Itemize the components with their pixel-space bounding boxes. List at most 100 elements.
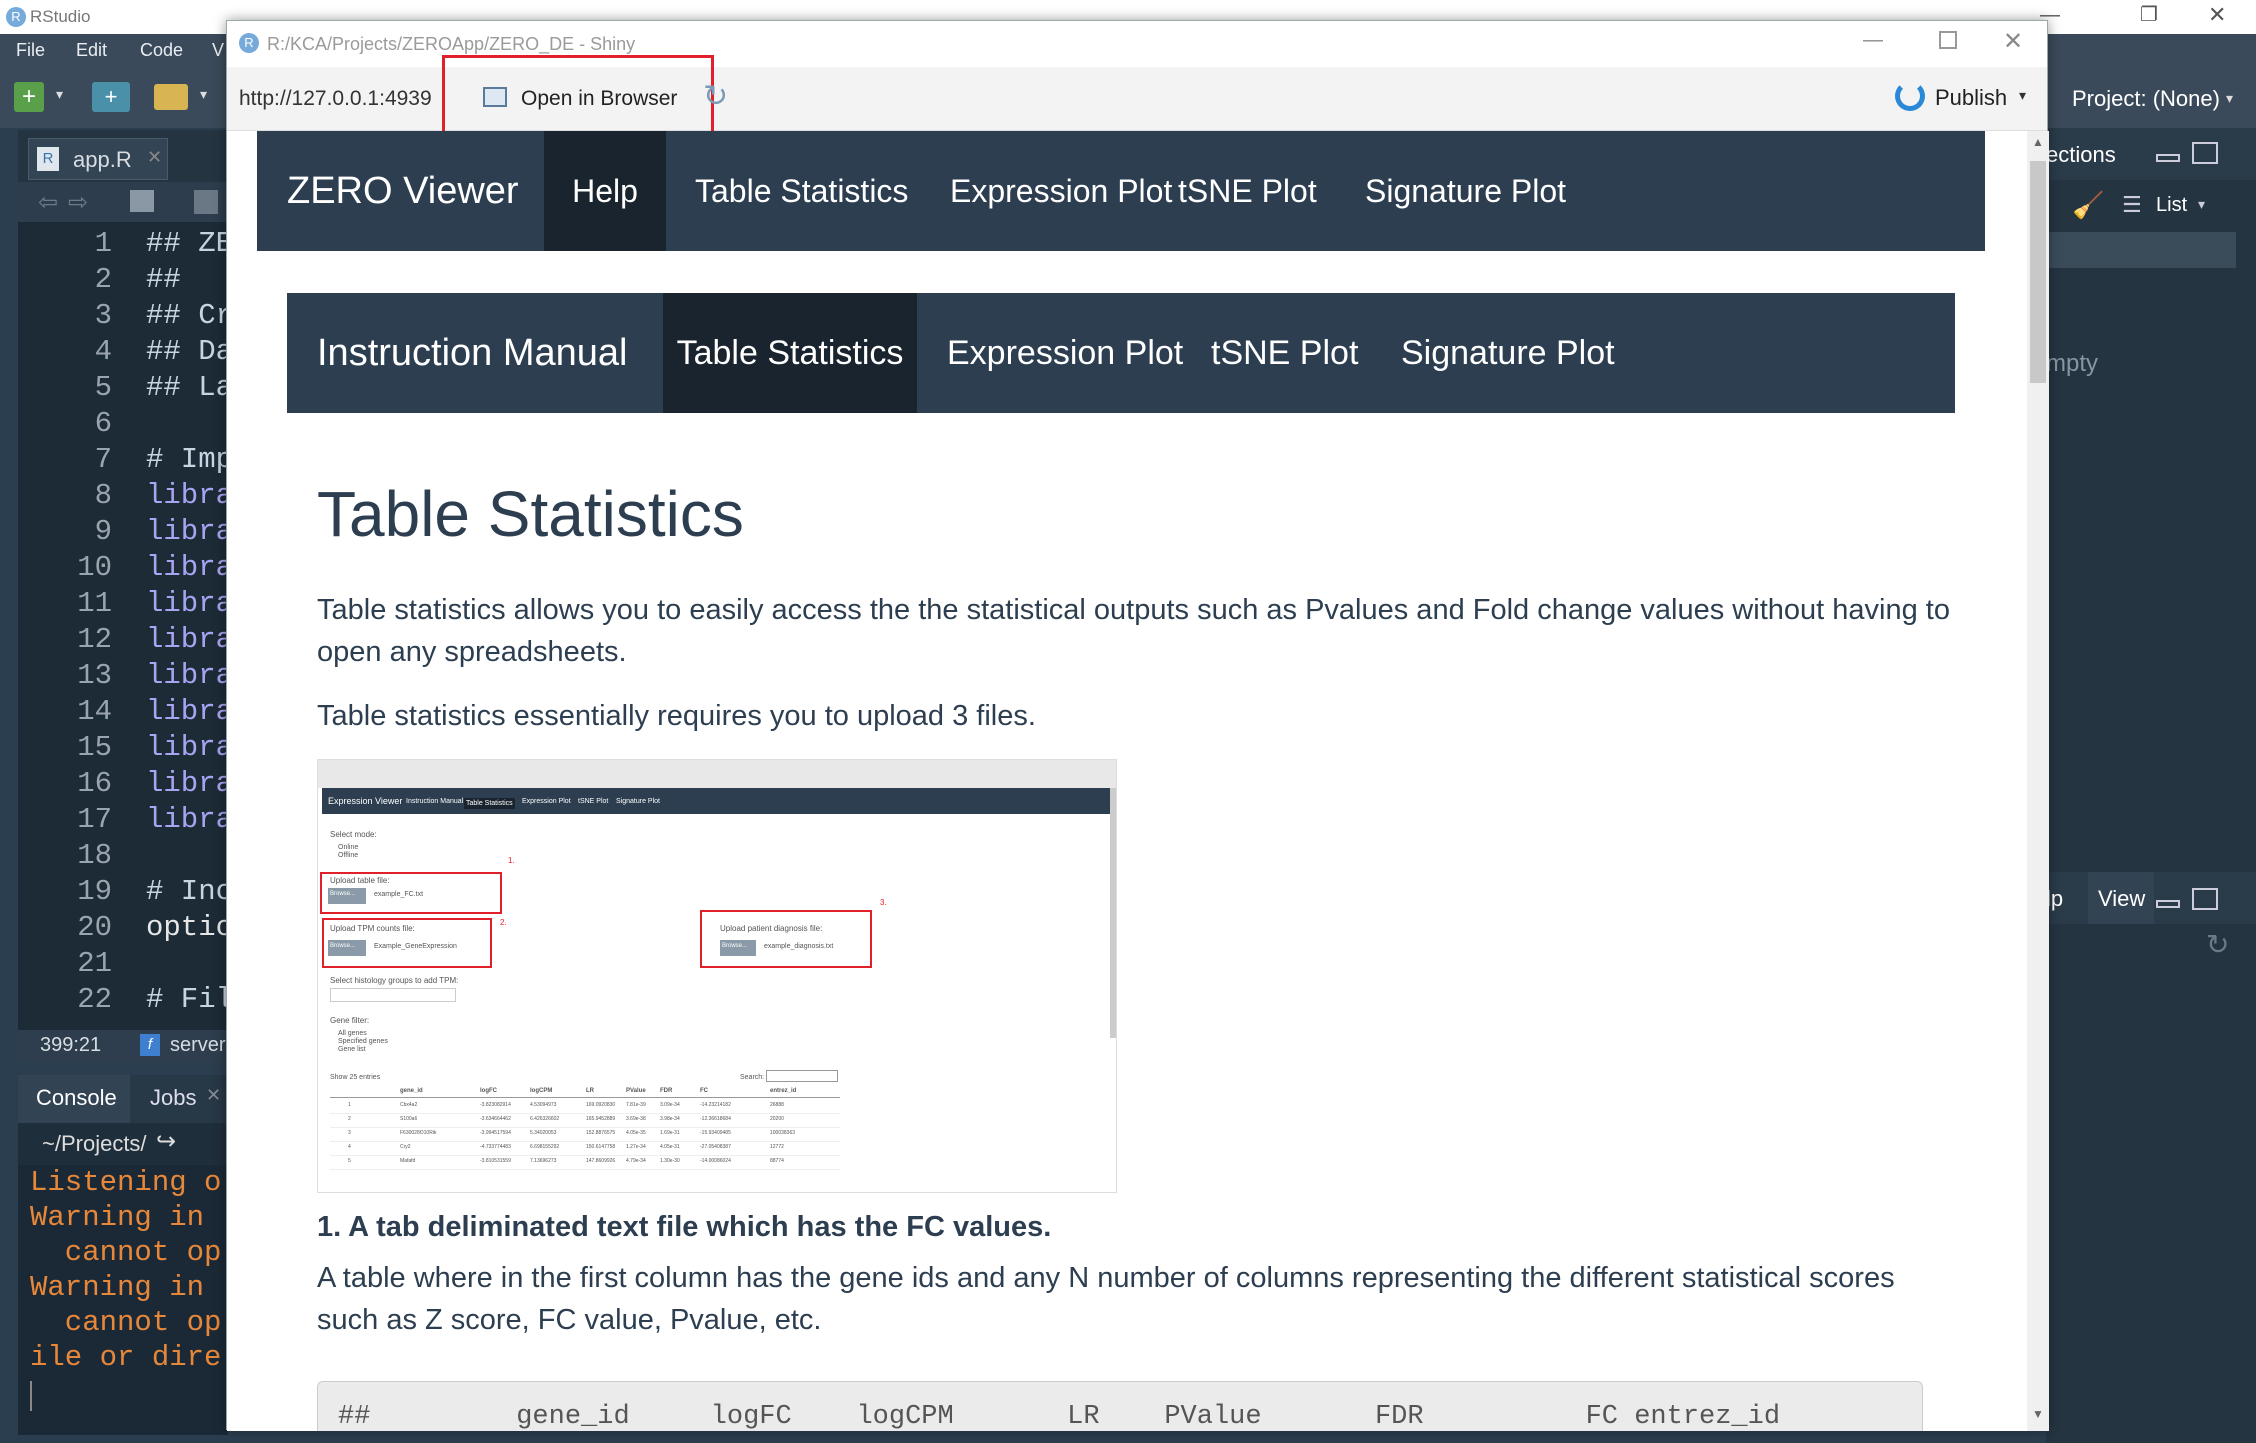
thumb-column-header: LR: [586, 1088, 594, 1094]
save-icon[interactable]: [194, 190, 218, 214]
forward-arrow-icon[interactable]: ⇨: [68, 188, 88, 217]
thumb-search-input: [766, 1070, 838, 1082]
tab-connections[interactable]: ections: [2046, 142, 2116, 168]
code-line[interactable]: # Imp: [146, 442, 233, 478]
thumb-search-label: Search:: [740, 1074, 765, 1081]
tab-instruction-manual[interactable]: Instruction Manual: [317, 293, 628, 413]
window-close-icon[interactable]: ✕: [2208, 2, 2226, 28]
menu-file[interactable]: File: [16, 40, 45, 61]
console-path-bar: ~/Projects/ ↪: [18, 1123, 228, 1165]
code-line[interactable]: libra: [146, 658, 233, 694]
tab-expression-plot[interactable]: Expression Plot: [947, 293, 1183, 413]
thumb-table-cell: 1: [348, 1102, 351, 1108]
open-folder-icon[interactable]: [154, 84, 188, 110]
menu-edit[interactable]: Edit: [76, 40, 107, 61]
files-paragraph: Table statistics essentially requires yo…: [317, 700, 1036, 732]
thumb-marker-1: 1.: [508, 856, 515, 865]
new-project-icon[interactable]: +: [92, 82, 130, 112]
code-line[interactable]: ## Cr: [146, 298, 233, 334]
brand-title[interactable]: ZERO Viewer: [287, 131, 519, 251]
line-number: 9: [94, 515, 112, 548]
project-menu[interactable]: Project: (None): [2072, 86, 2220, 112]
show-in-window-icon[interactable]: [130, 190, 154, 212]
url-field[interactable]: http://127.0.0.1:4939: [239, 87, 432, 111]
line-number: 10: [77, 551, 112, 584]
thumb-nav-item: Signature Plot: [616, 798, 660, 805]
publish-icon[interactable]: [1895, 81, 1925, 111]
code-line[interactable]: libra: [146, 694, 233, 730]
code-line[interactable]: libra: [146, 550, 233, 586]
thumb-table-cell: 20200: [770, 1116, 784, 1122]
code-line[interactable]: libra: [146, 802, 233, 838]
code-line[interactable]: libra: [146, 478, 233, 514]
refresh-icon[interactable]: ↻: [703, 79, 728, 114]
tab-signature-plot[interactable]: Signature Plot: [1401, 293, 1615, 413]
code-line[interactable]: ## La: [146, 370, 233, 406]
nav-table-statistics[interactable]: Table Statistics: [695, 131, 908, 251]
environment-search[interactable]: [2046, 232, 2236, 268]
code-line[interactable]: ##: [146, 262, 181, 298]
back-arrow-icon[interactable]: ⇦: [38, 188, 58, 217]
scope-label[interactable]: server: [170, 1034, 226, 1057]
chevron-down-icon[interactable]: ▾: [2019, 87, 2026, 104]
window-minimize-icon[interactable]: —: [1863, 29, 1883, 52]
thumb-browse-label: Browse...: [330, 891, 356, 897]
scroll-up-icon[interactable]: ▲: [2032, 135, 2044, 149]
broom-icon[interactable]: 🧹: [2072, 190, 2104, 221]
publish-button[interactable]: Publish: [1935, 85, 2007, 111]
viewport-scrollbar[interactable]: ▲ ▼: [2027, 131, 2049, 1431]
list-icon: ☰: [2122, 192, 2142, 217]
code-line[interactable]: optic: [146, 910, 233, 946]
go-to-directory-icon[interactable]: ↪: [156, 1127, 176, 1156]
close-icon[interactable]: ✕: [147, 147, 162, 168]
thumb-table-cell: Mafafd: [400, 1158, 416, 1164]
tab-jobs[interactable]: Jobs: [150, 1085, 196, 1111]
scrollbar-thumb[interactable]: [2030, 161, 2046, 383]
chevron-down-icon[interactable]: ▾: [56, 86, 63, 103]
window-maximize-icon[interactable]: [1939, 31, 1957, 49]
refresh-icon[interactable]: ↻: [2206, 928, 2229, 961]
code-area[interactable]: ## ZE ## ## Cr ## Da ## La # Imp libra libra lib…: [146, 222, 236, 1032]
line-number: 5: [94, 371, 112, 404]
tab-label: app.R: [73, 147, 132, 172]
chevron-down-icon[interactable]: ▾: [2198, 196, 2205, 213]
tab-viewer[interactable]: View: [2088, 872, 2154, 924]
nav-help[interactable]: Help: [544, 131, 666, 251]
thumb-table-cell: 3.69e-38: [626, 1116, 646, 1122]
code-line[interactable]: libra: [146, 766, 233, 802]
window-restore-icon[interactable]: ❐: [2140, 2, 2158, 27]
menu-code[interactable]: Code: [140, 40, 183, 61]
tab-app-r[interactable]: R app.R ✕: [28, 138, 168, 180]
line-number: 13: [77, 659, 112, 692]
chevron-down-icon[interactable]: ▾: [200, 86, 207, 103]
menu-view[interactable]: V: [212, 40, 224, 61]
list-view-menu[interactable]: List: [2156, 194, 2187, 217]
minimize-pane-icon[interactable]: [2156, 154, 2180, 162]
code-line[interactable]: libra: [146, 586, 233, 622]
nav-expression-plot[interactable]: Expression Plot: [950, 131, 1172, 251]
tab-console[interactable]: Console: [18, 1075, 130, 1123]
code-line[interactable]: ## ZE: [146, 226, 233, 262]
code-line[interactable]: libra: [146, 730, 233, 766]
nav-signature-plot[interactable]: Signature Plot: [1365, 131, 1566, 251]
minimize-pane-icon[interactable]: [2156, 900, 2180, 908]
files-tabbar: lp View: [2046, 872, 2256, 924]
new-file-icon[interactable]: +: [14, 82, 44, 112]
tab-table-statistics[interactable]: Table Statistics: [663, 293, 917, 413]
nav-tsne-plot[interactable]: tSNE Plot: [1178, 131, 1317, 251]
maximize-pane-icon[interactable]: [2192, 142, 2218, 164]
code-line[interactable]: # Inc: [146, 874, 233, 910]
console-output[interactable]: Listening o Warning in cannot op Warning i…: [18, 1165, 228, 1435]
scroll-down-icon[interactable]: ▼: [2032, 1407, 2044, 1421]
chevron-down-icon[interactable]: ▾: [2226, 90, 2233, 107]
close-icon[interactable]: ✕: [206, 1085, 221, 1106]
code-line[interactable]: # Fil: [146, 982, 233, 1018]
thumb-table-cell: 26888: [770, 1102, 784, 1108]
code-line[interactable]: ## Da: [146, 334, 233, 370]
maximize-pane-icon[interactable]: [2192, 888, 2218, 910]
tab-tsne-plot[interactable]: tSNE Plot: [1211, 293, 1358, 413]
code-editor[interactable]: 1 2 3 4 5 6 7 8 9 10 11 12 13 14 15 16 17 18 19 20 21 22 ## Z…: [18, 222, 233, 1032]
code-line[interactable]: libra: [146, 622, 233, 658]
window-close-icon[interactable]: ✕: [2003, 27, 2023, 56]
code-line[interactable]: libra: [146, 514, 233, 550]
